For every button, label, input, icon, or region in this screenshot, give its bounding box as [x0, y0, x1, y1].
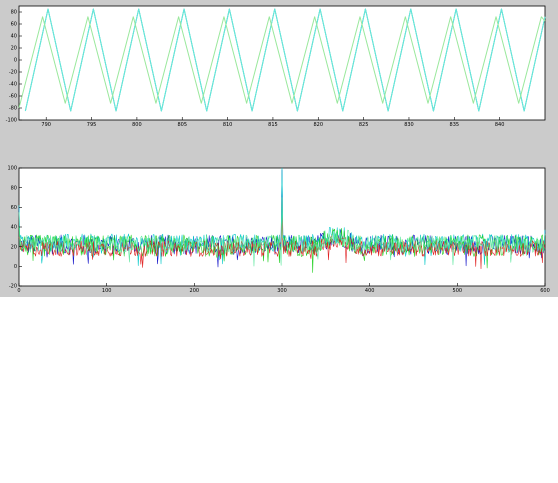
- x-tick-label: 815: [268, 122, 278, 128]
- y-tick-label: -80: [9, 106, 17, 112]
- x-tick-label: 830: [404, 122, 414, 128]
- y-tick-label: 80: [11, 10, 17, 16]
- y-tick-label: -20: [9, 70, 17, 76]
- y-tick-label: -60: [9, 94, 17, 100]
- y-tick-label: -40: [9, 82, 17, 88]
- x-tick-label: 600: [540, 288, 550, 294]
- y-tick-label: 20: [11, 46, 17, 52]
- figure-window: 790 795 800 805 810 815 820 825 830 835 840 80 60 40…: [0, 0, 558, 297]
- y-tick-label: 0: [14, 58, 17, 64]
- x-tick-label: 200: [190, 288, 200, 294]
- top-axes-frame: [18, 5, 546, 121]
- x-tick-label: 300: [277, 288, 287, 294]
- x-tick-label: 500: [453, 288, 463, 294]
- x-tick-label: 800: [132, 122, 142, 128]
- y-tick-label: 60: [11, 22, 17, 28]
- x-tick-label: 820: [314, 122, 324, 128]
- x-tick-label: 790: [41, 122, 51, 128]
- y-tick-label: -20: [9, 284, 17, 290]
- x-tick-label: 805: [177, 122, 187, 128]
- y-tick-label: 60: [11, 205, 17, 211]
- x-tick-label: 100: [102, 288, 112, 294]
- top-axes: 790 795 800 805 810 815 820 825 830 835 840 80 60 40…: [6, 5, 546, 128]
- y-tick-label: 100: [7, 166, 17, 172]
- chart-canvas: 790 795 800 805 810 815 820 825 830 835 840 806040…: [6, 5, 550, 294]
- x-tick-label: 810: [223, 122, 233, 128]
- y-tick-label: 80: [11, 185, 17, 191]
- x-tick-label: 835: [450, 122, 460, 128]
- x-tick-label: 0: [17, 288, 20, 294]
- x-tick-label: 825: [359, 122, 369, 128]
- y-tick-label: 40: [11, 225, 17, 231]
- x-tick-label: 795: [87, 122, 97, 128]
- x-tick-label: 840: [495, 122, 505, 128]
- y-tick-label: 20: [11, 244, 17, 250]
- x-tick-label: 400: [365, 288, 375, 294]
- y-tick-label: 0: [14, 264, 17, 270]
- bottom-axes: 0 100 200 300 400 500 600 100806040200-20: [7, 166, 549, 294]
- y-tick-label: -100: [6, 118, 17, 124]
- y-tick-label: 40: [11, 34, 17, 40]
